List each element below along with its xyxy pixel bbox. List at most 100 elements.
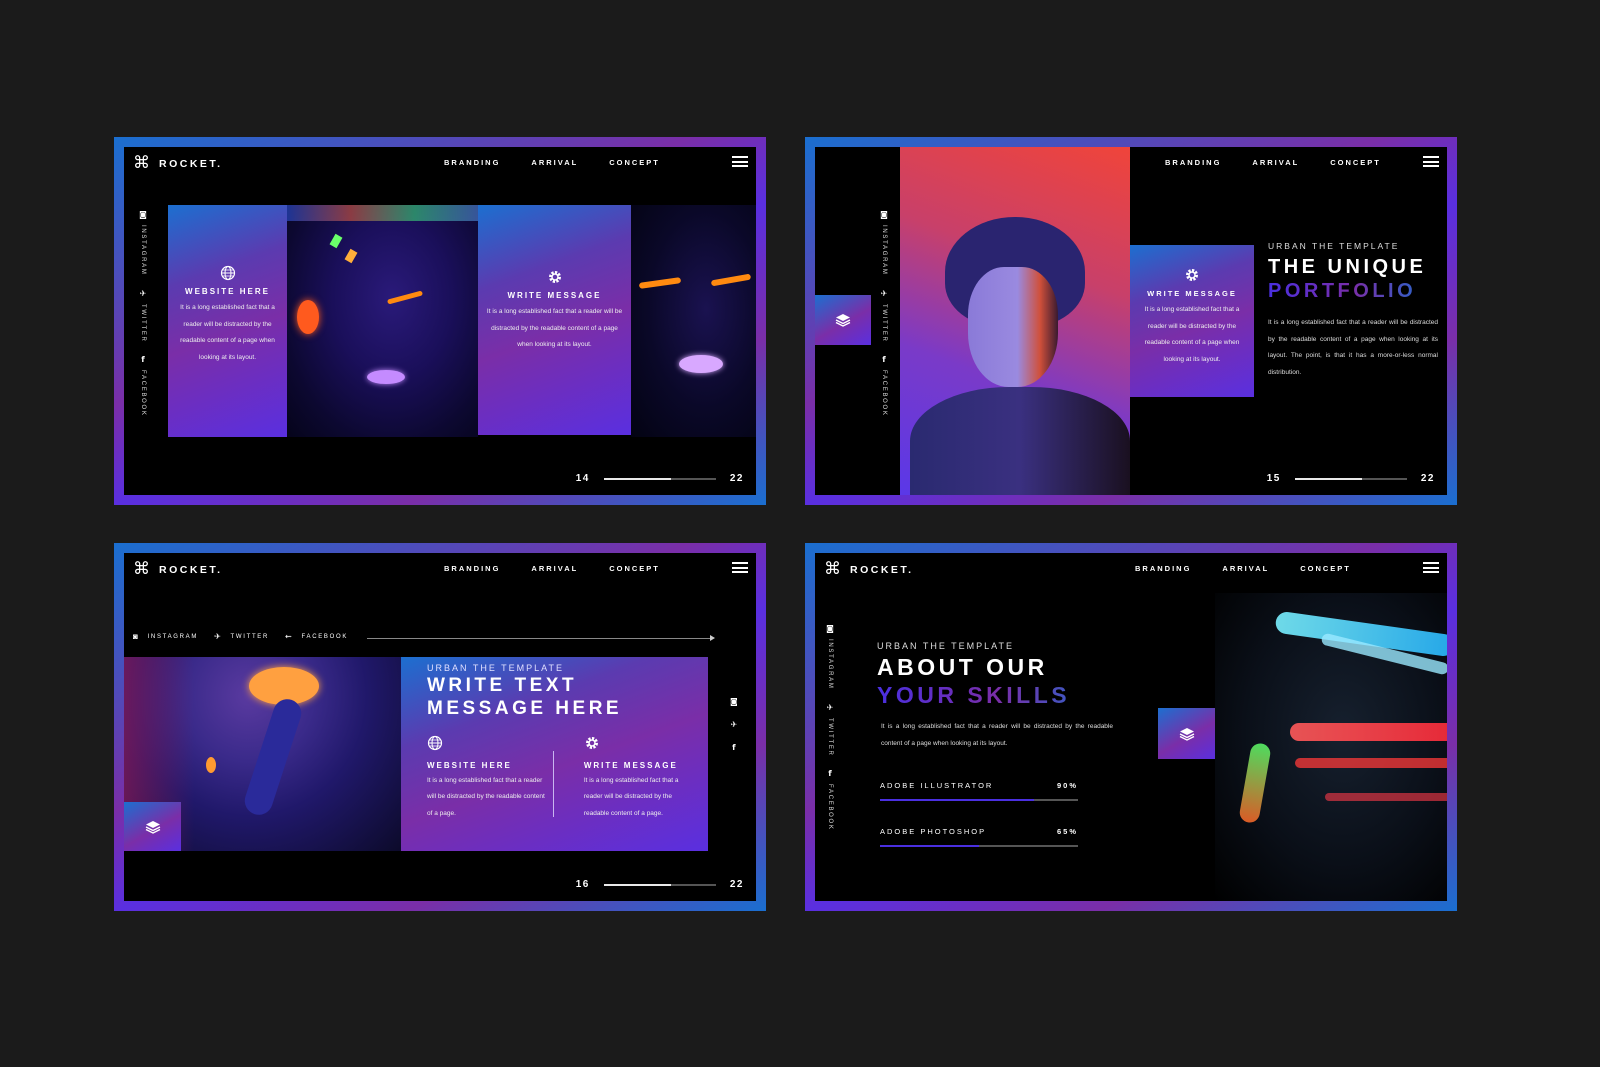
slide-pager: 16 22: [576, 879, 744, 890]
photo-portrait-man: [900, 147, 1130, 495]
social-label-facebook[interactable]: FACEBOOK: [881, 370, 887, 417]
nav-arrival[interactable]: ARRIVAL: [1222, 564, 1269, 573]
hero-text: URBAN THE TEMPLATE THE UNIQUE PORTFOLIO …: [1268, 241, 1438, 381]
body-paragraph: It is a long established fact that a rea…: [1268, 319, 1438, 376]
instagram-icon[interactable]: ◙: [133, 632, 140, 641]
card-text: It is a long established fact that a rea…: [486, 308, 623, 348]
nav-concept[interactable]: CONCEPT: [1330, 158, 1381, 167]
nav-branding[interactable]: BRANDING: [1135, 564, 1191, 573]
nav-concept[interactable]: CONCEPT: [1300, 564, 1351, 573]
slide-pager: 14 22: [576, 473, 744, 484]
social-label-twitter[interactable]: TWITTER: [827, 718, 833, 757]
instagram-icon[interactable]: ◙: [730, 697, 738, 706]
card-title: WRITE MESSAGE: [507, 291, 602, 300]
eyebrow: URBAN THE TEMPLATE: [1268, 241, 1400, 251]
social-label-facebook[interactable]: FACEBOOK: [140, 370, 146, 417]
top-nav: BRANDING ARRIVAL CONCEPT: [1135, 564, 1351, 573]
social-label-twitter[interactable]: TWITTER: [881, 304, 887, 343]
headline-line-1: ABOUT OUR: [877, 654, 1048, 680]
progress-fill: [1294, 477, 1363, 480]
command-key-icon: ⌘: [133, 153, 150, 173]
nav-branding[interactable]: BRANDING: [444, 564, 500, 573]
twitter-icon[interactable]: ✈: [214, 632, 222, 641]
feature-title: WEBSITE HERE: [427, 760, 512, 770]
card-title: WRITE MESSAGE: [1147, 289, 1237, 298]
social-label-facebook[interactable]: FACEBOOK: [827, 784, 833, 831]
hamburger-menu-icon[interactable]: [1423, 156, 1439, 167]
layers-icon: [835, 314, 851, 327]
card-title: WEBSITE HERE: [185, 287, 270, 296]
progress-track[interactable]: [1294, 477, 1407, 480]
social-label-twitter[interactable]: TWITTER: [140, 304, 146, 343]
facebook-icon[interactable]: f: [141, 356, 144, 364]
brand[interactable]: ⌘ ROCKET.: [824, 561, 914, 578]
progress-track[interactable]: [603, 477, 716, 480]
skill-percent: 90%: [1056, 781, 1078, 790]
facebook-icon[interactable]: f: [828, 770, 831, 778]
slide-16[interactable]: ⌘ ROCKET. BRANDING ARRIVAL CONCEPT ◙ INS…: [114, 543, 766, 911]
skill-percent: 65%: [1056, 827, 1078, 836]
social-label-instagram[interactable]: INSTAGRAM: [827, 639, 833, 690]
progress-track[interactable]: [603, 883, 716, 886]
command-key-icon: ⌘: [824, 559, 841, 579]
brand[interactable]: ⌘ ROCKET.: [133, 561, 223, 578]
social-label-twitter[interactable]: TWITTER: [230, 634, 269, 640]
skill-bar: [880, 845, 1078, 847]
slide-pager: 15 22: [1267, 473, 1435, 484]
top-nav: BRANDING ARRIVAL CONCEPT: [444, 564, 660, 573]
twitter-icon[interactable]: ✈: [827, 703, 834, 712]
hamburger-menu-icon[interactable]: [1423, 562, 1439, 573]
instagram-icon[interactable]: ◙: [826, 625, 834, 633]
skill-bar: [880, 799, 1078, 801]
slide-14[interactable]: ⌘ ROCKET. BRANDING ARRIVAL CONCEPT ◙ INS…: [114, 137, 766, 505]
brand[interactable]: ⌘ ROCKET.: [133, 155, 223, 172]
feature-message: WRITE MESSAGE It is a long established f…: [554, 735, 682, 823]
page-total: 22: [729, 473, 744, 484]
twitter-icon[interactable]: ✈: [140, 289, 147, 298]
nav-concept[interactable]: CONCEPT: [609, 158, 660, 167]
facebook-icon[interactable]: ⇜: [285, 632, 293, 641]
slide-15[interactable]: ◙ INSTAGRAM ✈ TWITTER f FACEBOOK WRITE M…: [805, 137, 1457, 505]
layers-badge[interactable]: [124, 802, 181, 851]
progress-fill: [603, 477, 672, 480]
facebook-icon[interactable]: f: [882, 356, 885, 364]
nav-arrival[interactable]: ARRIVAL: [1252, 158, 1299, 167]
headline-line-1: THE UNIQUE: [1268, 256, 1427, 278]
nav-arrival[interactable]: ARRIVAL: [531, 158, 578, 167]
social-label-instagram[interactable]: INSTAGRAM: [148, 634, 199, 640]
hamburger-menu-icon[interactable]: [732, 156, 748, 167]
hero-text: URBAN THE TEMPLATE ABOUT OUR YOUR SKILLS…: [877, 641, 1117, 752]
photo-neon-face-2: [631, 205, 756, 437]
social-label-instagram[interactable]: INSTAGRAM: [881, 225, 887, 276]
nav-arrival[interactable]: ARRIVAL: [531, 564, 578, 573]
layers-badge[interactable]: [1158, 708, 1216, 759]
twitter-icon[interactable]: ✈: [731, 720, 738, 729]
social-label-instagram[interactable]: INSTAGRAM: [140, 225, 146, 276]
social-label-facebook[interactable]: FACEBOOK: [301, 634, 348, 640]
instagram-icon[interactable]: ◙: [880, 211, 888, 219]
brand-name: ROCKET.: [159, 563, 223, 576]
nav-branding[interactable]: BRANDING: [1165, 158, 1221, 167]
gear-icon: [585, 736, 598, 749]
slide-skills[interactable]: ⌘ ROCKET. BRANDING ARRIVAL CONCEPT ◙ INS…: [805, 543, 1457, 911]
facebook-icon[interactable]: f: [732, 743, 735, 752]
layers-badge[interactable]: [815, 295, 871, 345]
social-sidebar: ◙ INSTAGRAM ✈ TWITTER f FACEBOOK: [823, 625, 837, 839]
skill-name: ADOBE ILLUSTRATOR: [880, 781, 994, 790]
instagram-icon[interactable]: ◙: [139, 211, 147, 219]
skill-name: ADOBE PHOTOSHOP: [880, 827, 987, 836]
headline-line-2: PORTFOLIO: [1268, 279, 1438, 303]
gear-icon: [548, 271, 561, 283]
page-current: 15: [1266, 473, 1281, 484]
feature-panel: URBAN THE TEMPLATE WRITE TEXT MESSAGE HE…: [401, 657, 708, 851]
nav-branding[interactable]: BRANDING: [444, 158, 500, 167]
gear-icon: [1186, 269, 1198, 281]
feature-website: WEBSITE HERE It is a long established fa…: [427, 735, 553, 823]
hamburger-menu-icon[interactable]: [732, 562, 748, 573]
feature-columns: WEBSITE HERE It is a long established fa…: [427, 735, 682, 823]
skill-photoshop: ADOBE PHOTOSHOP 65%: [880, 827, 1078, 847]
twitter-icon[interactable]: ✈: [881, 289, 888, 298]
layers-icon: [145, 820, 160, 834]
card-text: It is a long established fact that a rea…: [180, 304, 275, 361]
nav-concept[interactable]: CONCEPT: [609, 564, 660, 573]
